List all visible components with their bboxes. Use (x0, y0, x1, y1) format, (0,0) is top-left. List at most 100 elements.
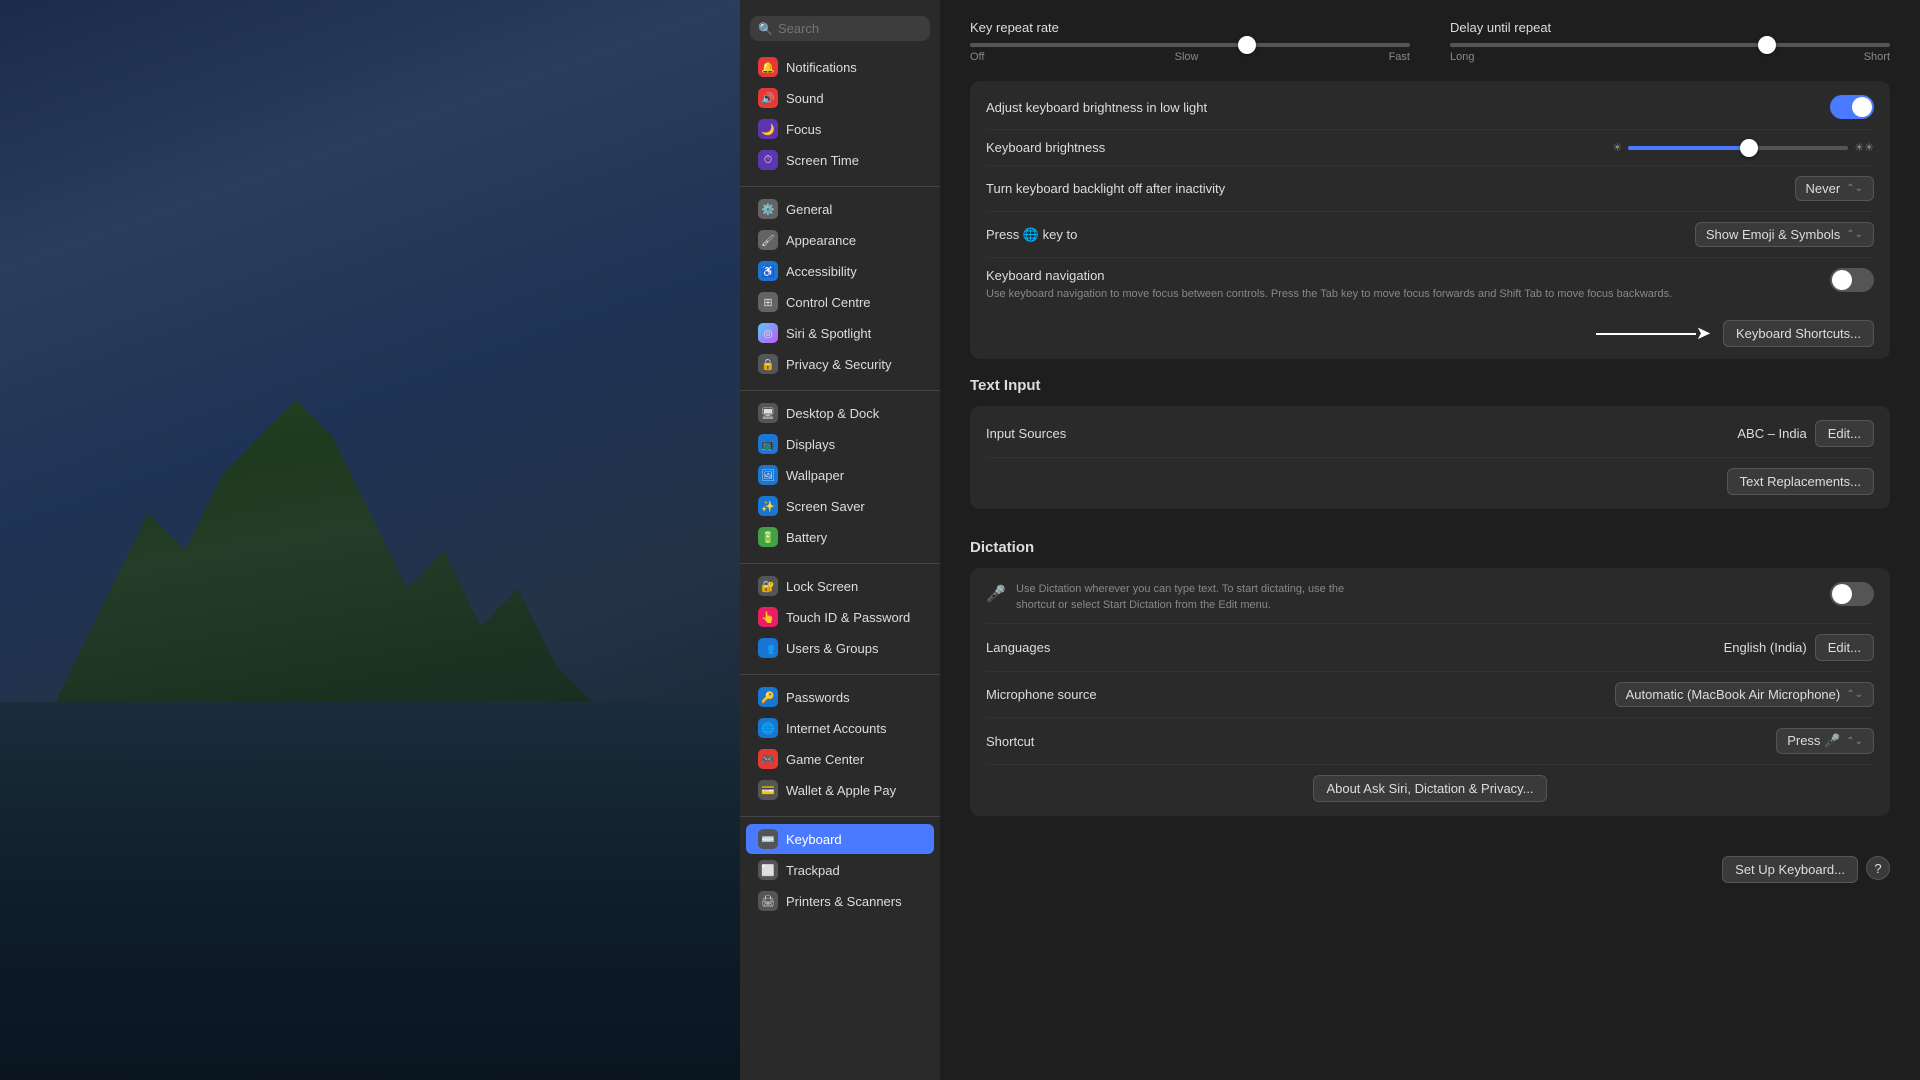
screentime-icon: ⏱ (758, 150, 778, 170)
gamecenter-icon: 🎮 (758, 749, 778, 769)
sidebar-item-trackpad[interactable]: ⬜ Trackpad (746, 855, 934, 885)
key-repeat-rate-labels: Off Slow Fast (970, 51, 1410, 63)
sidebar-item-displays[interactable]: 📺 Displays (746, 429, 934, 459)
sidebar-item-wallet[interactable]: 💳 Wallet & Apple Pay (746, 775, 934, 805)
sidebar-item-gamecenter[interactable]: 🎮 Game Center (746, 744, 934, 774)
wallpaper-background (0, 0, 740, 1080)
sidebar-item-screentime[interactable]: ⏱ Screen Time (746, 145, 934, 175)
keyboard-brightness-slider-container: ☀ ☀☀ (1612, 141, 1874, 154)
sidebar-item-controlcentre[interactable]: ⊞ Control Centre (746, 287, 934, 317)
sidebar-item-notifications[interactable]: 🔔 Notifications (746, 52, 934, 82)
general-icon: ⚙️ (758, 199, 778, 219)
keyboard-icon: ⌨️ (758, 829, 778, 849)
input-sources-label: Input Sources (986, 426, 1066, 441)
text-replacements-row: Text Replacements... (986, 458, 1874, 505)
sidebar-item-passwords[interactable]: 🔑 Passwords (746, 682, 934, 712)
sidebar-item-general[interactable]: ⚙️ General (746, 194, 934, 224)
languages-value: English (India) (1724, 640, 1807, 655)
sidebar-group-5: 🔑 Passwords 🌐 Internet Accounts 🎮 Game C… (740, 681, 940, 806)
globe-key-dropdown[interactable]: Show Emoji & Symbols ⌃⌄ (1695, 222, 1874, 247)
text-input-section: Text Input Input Sources ABC – India Edi… (970, 371, 1890, 509)
sidebar-item-screensaver[interactable]: ✨ Screen Saver (746, 491, 934, 521)
displays-icon: 📺 (758, 434, 778, 454)
key-repeat-rate-block: Key repeat rate Off Slow Fast (970, 20, 1410, 63)
adjust-brightness-label: Adjust keyboard brightness in low light (986, 100, 1207, 115)
search-input[interactable] (778, 21, 922, 36)
dictation-toggle[interactable] (1830, 582, 1874, 606)
internet-icon: 🌐 (758, 718, 778, 738)
bottom-right-buttons: Set Up Keyboard... ? (1722, 856, 1890, 883)
lockscreen-icon: 🔐 (758, 576, 778, 596)
key-repeat-rate-label: Key repeat rate (970, 20, 1410, 35)
globe-key-dropdown-arrow: ⌃⌄ (1846, 229, 1863, 240)
text-replacements-button[interactable]: Text Replacements... (1727, 468, 1874, 495)
focus-icon: 🌙 (758, 119, 778, 139)
key-repeat-rate-track (970, 43, 1410, 47)
sidebar-group-3: 🖥 Desktop & Dock 📺 Displays 🖼 Wallpaper … (740, 397, 940, 553)
sidebar-item-desktopdock[interactable]: 🖥 Desktop & Dock (746, 398, 934, 428)
sidebar-item-privacy[interactable]: 🔒 Privacy & Security (746, 349, 934, 379)
brightness-icon-min: ☀ (1612, 141, 1622, 154)
key-repeat-rate-thumb[interactable] (1238, 36, 1256, 54)
sidebar-item-wallpaper[interactable]: 🖼 Wallpaper (746, 460, 934, 490)
backlight-off-row: Turn keyboard backlight off after inacti… (986, 166, 1874, 212)
appearance-icon: 🖌 (758, 230, 778, 250)
desktopdock-icon: 🖥 (758, 403, 778, 423)
sidebar-item-battery[interactable]: 🔋 Battery (746, 522, 934, 552)
backlight-off-label: Turn keyboard backlight off after inacti… (986, 181, 1225, 196)
backlight-off-dropdown-arrow: ⌃⌄ (1846, 183, 1863, 194)
privacy-icon: 🔒 (758, 354, 778, 374)
sidebar-item-internet[interactable]: 🌐 Internet Accounts (746, 713, 934, 743)
sidebar-item-keyboard[interactable]: ⌨️ Keyboard (746, 824, 934, 854)
key-repeat-rate-slider[interactable] (970, 43, 1410, 47)
input-sources-value: ABC – India (1737, 426, 1806, 441)
sidebar-item-sound[interactable]: 🔊 Sound (746, 83, 934, 113)
arrow-shaft (1596, 333, 1696, 335)
key-repeat-section: Key repeat rate Off Slow Fast Delay unti… (970, 20, 1890, 63)
keyboard-brightness-fill (1628, 146, 1749, 150)
input-sources-right: ABC – India Edit... (1737, 420, 1874, 447)
about-dictation-button[interactable]: About Ask Siri, Dictation & Privacy... (1313, 775, 1546, 802)
languages-edit-button[interactable]: Edit... (1815, 634, 1874, 661)
sidebar-item-focus[interactable]: 🌙 Focus (746, 114, 934, 144)
keyboard-brightness-track[interactable] (1628, 146, 1848, 150)
sidebar-item-accessibility[interactable]: ♿ Accessibility (746, 256, 934, 286)
keyboard-nav-toggle[interactable] (1830, 268, 1874, 292)
keyboard-settings-card: Adjust keyboard brightness in low light … (970, 81, 1890, 359)
sidebar-item-users[interactable]: 👥 Users & Groups (746, 633, 934, 663)
screensaver-icon: ✨ (758, 496, 778, 516)
adjust-brightness-toggle[interactable] (1830, 95, 1874, 119)
setup-keyboard-button[interactable]: Set Up Keyboard... (1722, 856, 1858, 883)
sidebar-group-2: ⚙️ General 🖌 Appearance ♿ Accessibility … (740, 193, 940, 380)
sidebar-item-siri[interactable]: ◎ Siri & Spotlight (746, 318, 934, 348)
search-bar[interactable]: 🔍 (750, 16, 930, 41)
delay-until-repeat-thumb[interactable] (1758, 36, 1776, 54)
keyboard-brightness-row: Keyboard brightness ☀ ☀☀ (986, 130, 1874, 166)
keyboard-nav-row: Keyboard navigation Use keyboard navigat… (986, 258, 1874, 312)
backlight-off-dropdown[interactable]: Never ⌃⌄ (1795, 176, 1874, 201)
sidebar-item-touchid[interactable]: 👆 Touch ID & Password (746, 602, 934, 632)
input-sources-row: Input Sources ABC – India Edit... (986, 410, 1874, 458)
keyboard-brightness-thumb[interactable] (1740, 139, 1758, 157)
accessibility-icon: ♿ (758, 261, 778, 281)
sidebar-item-lockscreen[interactable]: 🔐 Lock Screen (746, 571, 934, 601)
input-sources-edit-button[interactable]: Edit... (1815, 420, 1874, 447)
divider-3 (740, 563, 940, 564)
about-dictation-row: About Ask Siri, Dictation & Privacy... (986, 765, 1874, 812)
sidebar-item-printers[interactable]: 🖨 Printers & Scanners (746, 886, 934, 916)
delay-until-repeat-slider[interactable] (1450, 43, 1890, 47)
sidebar-item-appearance[interactable]: 🖌 Appearance (746, 225, 934, 255)
help-button[interactable]: ? (1866, 856, 1890, 880)
keyboard-shortcuts-button[interactable]: Keyboard Shortcuts... (1723, 320, 1874, 347)
dictation-desc: Use Dictation wherever you can type text… (1016, 582, 1376, 613)
shortcut-dropdown[interactable]: Press 🎤 ⌃⌄ (1776, 728, 1874, 754)
dictation-header: Dictation (970, 533, 1890, 556)
dictation-card: 🎤 Use Dictation wherever you can type te… (970, 568, 1890, 816)
shortcut-label: Shortcut (986, 734, 1034, 749)
sidebar-group-6: ⌨️ Keyboard ⬜ Trackpad 🖨 Printers & Scan… (740, 823, 940, 917)
controlcentre-icon: ⊞ (758, 292, 778, 312)
battery-icon: 🔋 (758, 527, 778, 547)
delay-until-repeat-label: Delay until repeat (1450, 20, 1890, 35)
mic-source-dropdown-arrow: ⌃⌄ (1846, 689, 1863, 700)
mic-source-dropdown[interactable]: Automatic (MacBook Air Microphone) ⌃⌄ (1615, 682, 1874, 707)
